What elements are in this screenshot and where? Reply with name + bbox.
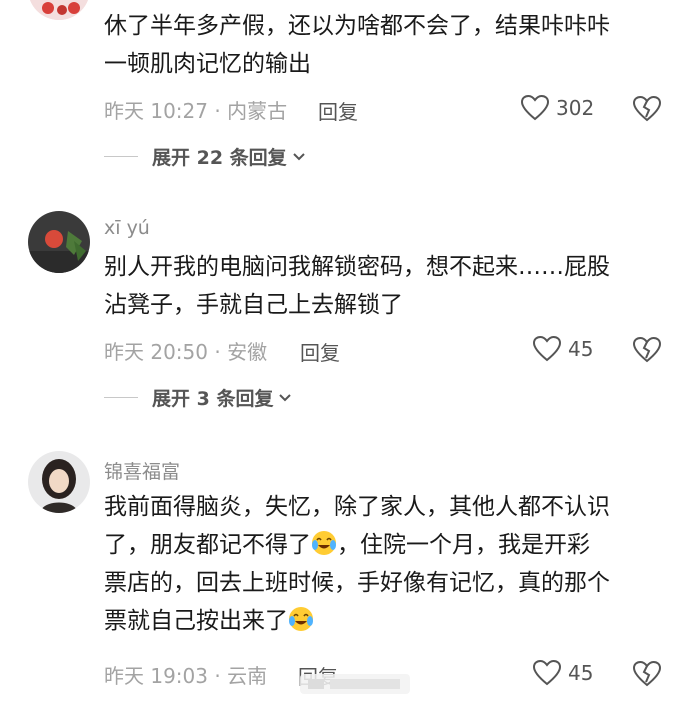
like-button[interactable]: 302	[520, 94, 594, 122]
like-count: 45	[568, 337, 594, 361]
crying-laughing-emoji	[312, 531, 336, 555]
comment-time-location: 昨天 19:03 · 云南	[104, 663, 268, 688]
comment-meta: 昨天 10:27 · 内蒙古	[104, 94, 287, 124]
avatar-image	[28, 451, 90, 513]
dislike-button[interactable]	[632, 660, 662, 692]
comment-text: 我前面得脑炎，失忆，除了家人，其他人都不认识 了，朋友都记不得了 ，住院一个月，我…	[104, 494, 610, 634]
broken-heart-icon	[632, 660, 662, 687]
comment-time-location: 昨天 20:50 · 安徽	[104, 339, 268, 364]
expand-replies-label: 展开 3 条回复	[152, 388, 274, 410]
heart-outline-icon	[520, 94, 550, 121]
avatar[interactable]	[28, 211, 90, 273]
like-count: 45	[568, 661, 594, 685]
comment-text: 休了半年多产假，还以为啥都不会了，结果咔咔咔 一顿肌肉记忆的输出	[104, 13, 610, 77]
heart-outline-icon	[532, 659, 562, 686]
like-button[interactable]: 45	[532, 659, 593, 687]
comment-text: 别人开我的电脑问我解锁密码，想不起来……屁股 沾凳子，手就自己上去解锁了	[104, 254, 610, 318]
comment-meta: 昨天 20:50 · 安徽	[104, 335, 267, 365]
reply-button[interactable]: 回复	[318, 96, 358, 125]
divider-line	[104, 156, 138, 157]
like-button[interactable]: 45	[532, 335, 593, 363]
username[interactable]: 锦喜福富	[104, 457, 180, 484]
divider-line	[104, 397, 138, 398]
watermark-overlay	[300, 674, 410, 694]
crying-laughing-emoji	[289, 607, 313, 631]
heart-outline-icon	[532, 335, 562, 362]
comment-meta: 昨天 19:03 · 云南	[104, 659, 267, 689]
expand-replies-label: 展开 22 条回复	[152, 147, 287, 169]
expand-replies[interactable]: 展开 3 条回复	[104, 384, 293, 411]
username[interactable]: xī yú	[104, 217, 150, 239]
avatar[interactable]	[28, 0, 90, 20]
dislike-button[interactable]	[632, 336, 662, 368]
avatar-image	[28, 0, 90, 20]
chevron-down-icon	[279, 393, 292, 401]
reply-button[interactable]: 回复	[300, 337, 340, 366]
broken-heart-icon	[632, 95, 662, 122]
avatar-image	[28, 211, 90, 273]
comment-time-location: 昨天 10:27 · 内蒙古	[104, 98, 288, 123]
chevron-down-icon	[292, 152, 305, 160]
broken-heart-icon	[632, 336, 662, 363]
avatar[interactable]	[28, 451, 90, 513]
dislike-button[interactable]	[632, 95, 662, 127]
expand-replies[interactable]: 展开 22 条回复	[104, 143, 307, 170]
like-count: 302	[556, 96, 595, 120]
